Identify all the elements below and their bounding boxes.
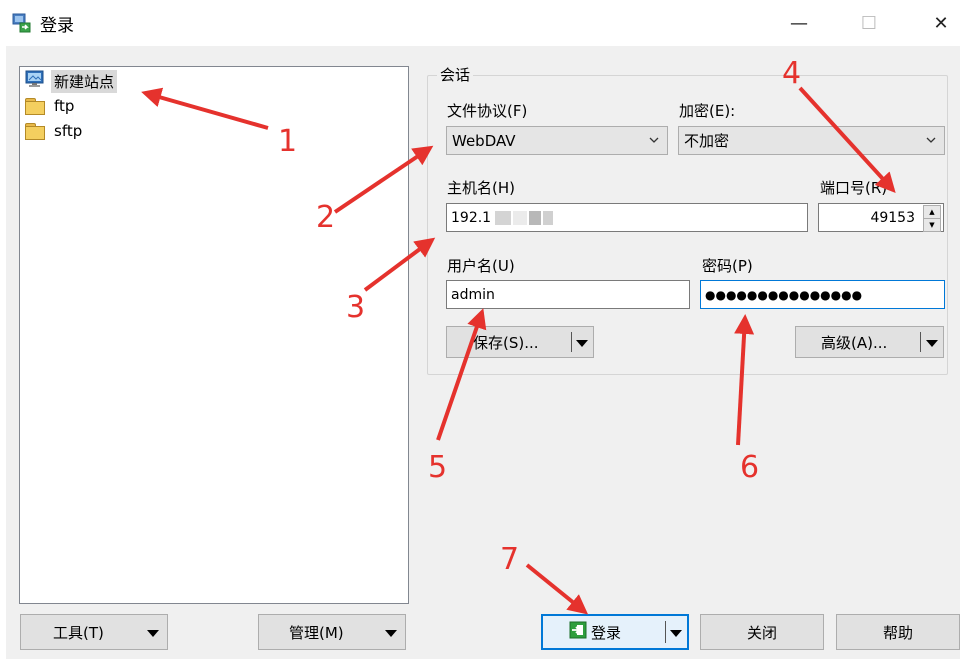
arrow-1 <box>141 87 269 130</box>
annotation-2: 2 <box>316 200 336 235</box>
annotation-5: 5 <box>428 450 448 485</box>
arrow-2 <box>333 145 434 214</box>
annotation-6: 6 <box>740 450 760 485</box>
arrow-3 <box>363 237 436 292</box>
arrow-5 <box>436 308 487 441</box>
annotation-7: 7 <box>500 542 520 577</box>
annotation-4: 4 <box>782 56 802 91</box>
annotation-arrows <box>141 86 896 615</box>
arrow-4 <box>798 86 896 193</box>
arrow-6 <box>734 314 755 446</box>
annotation-3: 3 <box>346 290 366 325</box>
arrow-7 <box>525 563 589 615</box>
annotation-1: 1 <box>278 124 298 159</box>
